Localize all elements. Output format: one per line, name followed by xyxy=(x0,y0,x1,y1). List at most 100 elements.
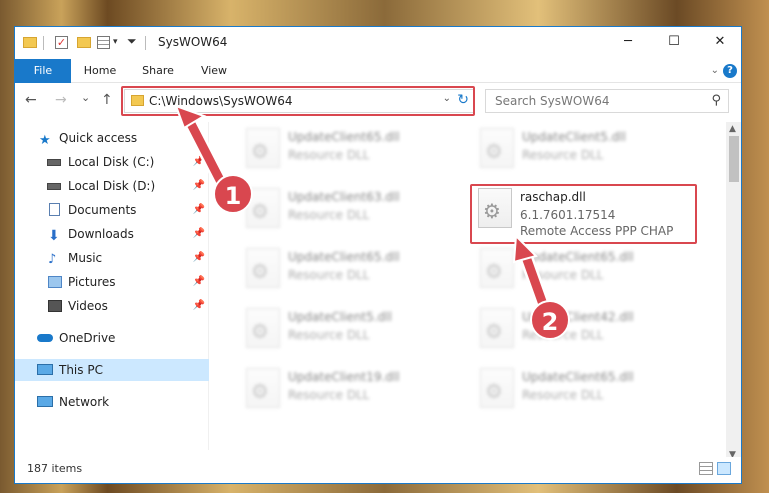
sidebar-item-pictures[interactable]: Pictures 📌 xyxy=(15,271,209,293)
sidebar-item-local-disk-c[interactable]: Local Disk (C:) 📌 xyxy=(15,151,209,173)
sidebar-item-label: Pictures xyxy=(68,275,116,289)
star-icon: ★ xyxy=(39,133,51,148)
quick-access-dropdown-icon[interactable]: ⏷ xyxy=(127,34,137,50)
file-type: Resource DLL xyxy=(522,388,604,402)
list-item[interactable]: ⚙ UpdateClient19.dll Resource DLL xyxy=(240,366,470,424)
tab-home[interactable]: Home xyxy=(75,59,125,83)
file-name: UpdateClient5.dll xyxy=(522,130,626,144)
new-folder-icon[interactable] xyxy=(77,37,91,48)
sidebar-item-local-disk-d[interactable]: Local Disk (D:) 📌 xyxy=(15,175,209,197)
pin-icon[interactable]: 📌 xyxy=(193,151,205,173)
file-name: UpdateClient63.dll xyxy=(288,190,400,204)
tab-share[interactable]: Share xyxy=(133,59,183,83)
file-name: UpdateClient65.dll xyxy=(288,250,400,264)
folder-icon xyxy=(23,37,37,48)
close-button[interactable]: ✕ xyxy=(697,27,741,57)
window-title: SysWOW64 xyxy=(158,35,228,49)
item-count: 187 items xyxy=(27,462,83,475)
file-name: UpdateClient19.dll xyxy=(288,370,400,384)
properties-icon[interactable] xyxy=(97,36,110,49)
file-name: UpdateClient5.dll xyxy=(288,310,392,324)
sidebar-item-label: Documents xyxy=(68,203,137,217)
help-icon[interactable]: ? xyxy=(723,64,737,78)
file-type: Resource DLL xyxy=(522,148,604,162)
search-icon[interactable]: ⚲ xyxy=(711,93,721,108)
pin-icon[interactable]: 📌 xyxy=(193,199,205,221)
file-type: Resource DLL xyxy=(288,388,370,402)
callout-badge-2: 2 xyxy=(530,300,570,340)
sidebar-item-videos[interactable]: Videos 📌 xyxy=(15,295,209,317)
pin-icon[interactable]: 📌 xyxy=(193,175,205,197)
list-item[interactable]: ⚙ UpdateClient65.dll Resource DLL xyxy=(240,126,470,184)
sidebar-item-this-pc[interactable]: This PC xyxy=(15,359,209,381)
file-name: UpdateClient65.dll xyxy=(288,130,400,144)
sidebar-item-network[interactable]: Network xyxy=(15,391,209,413)
sidebar-item-documents[interactable]: Documents 📌 xyxy=(15,199,209,221)
dll-file-icon: ⚙ xyxy=(480,308,514,348)
tab-file[interactable]: File xyxy=(15,59,71,83)
forward-button[interactable]: → xyxy=(55,92,67,108)
navigation-pane: ★ Quick access Local Disk (C:) 📌 Local D… xyxy=(15,122,209,450)
music-icon: ♪ xyxy=(48,252,57,267)
list-item[interactable]: ⚙ UpdateClient5.dll Resource DLL xyxy=(240,306,470,364)
gear-icon: ⚙ xyxy=(251,379,269,403)
dll-file-icon: ⚙ xyxy=(246,248,280,288)
separator xyxy=(43,36,44,50)
recent-locations-chevron-icon[interactable]: ⌄ xyxy=(81,91,90,104)
search-box[interactable]: Search SysWOW64 ⚲ xyxy=(485,89,729,113)
sidebar-item-label: Music xyxy=(68,251,103,265)
callout-badge-1: 1 xyxy=(213,174,253,214)
gear-icon: ⚙ xyxy=(485,259,503,283)
back-button[interactable]: ← xyxy=(25,92,37,108)
sidebar-item-quick-access[interactable]: ★ Quick access xyxy=(15,127,209,149)
vertical-scrollbar[interactable]: ▲ ▼ xyxy=(726,122,741,462)
file-highlight-box xyxy=(470,184,697,244)
dll-file-icon: ⚙ xyxy=(480,248,514,288)
details-view-icon[interactable] xyxy=(699,462,713,475)
gear-icon: ⚙ xyxy=(251,259,269,283)
dll-file-icon: ⚙ xyxy=(480,368,514,408)
file-type: Resource DLL xyxy=(522,268,604,282)
list-item[interactable]: ⚙ UpdateClient42.dll Resource DLL xyxy=(474,306,704,364)
list-item[interactable]: ⚙ UpdateClient65.dll Resource DLL xyxy=(474,246,704,304)
dll-file-icon: ⚙ xyxy=(246,368,280,408)
maximize-button[interactable]: ☐ xyxy=(651,27,697,57)
tab-view[interactable]: View xyxy=(189,59,239,83)
scroll-up-icon[interactable]: ▲ xyxy=(729,124,736,134)
ribbon: File Home Share View ⌄ ? xyxy=(15,59,741,83)
search-input[interactable]: Search SysWOW64 xyxy=(495,94,609,108)
videos-icon xyxy=(48,300,62,312)
sidebar-item-label: Local Disk (D:) xyxy=(68,179,156,193)
list-item[interactable]: ⚙ UpdateClient65.dll Resource DLL xyxy=(474,366,704,424)
sidebar-item-label: Videos xyxy=(68,299,108,313)
file-list: ⚙ UpdateClient65.dll Resource DLL ⚙ Upda… xyxy=(210,122,726,450)
gear-icon: ⚙ xyxy=(251,139,269,163)
documents-icon xyxy=(49,203,60,216)
expand-ribbon-chevron-icon[interactable]: ⌄ xyxy=(711,65,719,76)
list-item[interactable]: ⚙ UpdateClient63.dll Resource DLL xyxy=(240,186,470,244)
customize-toolbar-chevron-icon[interactable]: ▾ xyxy=(113,37,118,53)
file-type: Resource DLL xyxy=(288,208,370,222)
up-button[interactable]: ↑ xyxy=(101,92,113,108)
computer-icon xyxy=(37,364,53,375)
gear-icon: ⚙ xyxy=(251,319,269,343)
pin-icon[interactable]: 📌 xyxy=(193,247,205,269)
pin-icon[interactable]: 📌 xyxy=(193,271,205,293)
gear-icon: ⚙ xyxy=(485,139,503,163)
pin-icon[interactable]: 📌 xyxy=(193,295,205,317)
properties-check-icon[interactable]: ✓ xyxy=(55,36,68,49)
file-type: Resource DLL xyxy=(288,268,370,282)
sidebar-item-music[interactable]: ♪ Music 📌 xyxy=(15,247,209,269)
pin-icon[interactable]: 📌 xyxy=(193,223,205,245)
large-icons-view-icon[interactable] xyxy=(717,462,731,475)
scroll-thumb[interactable] xyxy=(729,136,739,182)
title-bar: ✓ ▾ ⏷ SysWOW64 ─ ☐ ✕ xyxy=(15,27,741,59)
download-icon: ⬇ xyxy=(48,228,60,244)
file-name: UpdateClient65.dll xyxy=(522,370,634,384)
sidebar-item-onedrive[interactable]: OneDrive xyxy=(15,327,209,349)
list-item[interactable]: ⚙ UpdateClient65.dll Resource DLL xyxy=(240,246,470,304)
sidebar-item-label: Local Disk (C:) xyxy=(68,155,155,169)
sidebar-item-downloads[interactable]: ⬇ Downloads 📌 xyxy=(15,223,209,245)
minimize-button[interactable]: ─ xyxy=(605,27,651,57)
list-item[interactable]: ⚙ UpdateClient5.dll Resource DLL xyxy=(474,126,704,184)
